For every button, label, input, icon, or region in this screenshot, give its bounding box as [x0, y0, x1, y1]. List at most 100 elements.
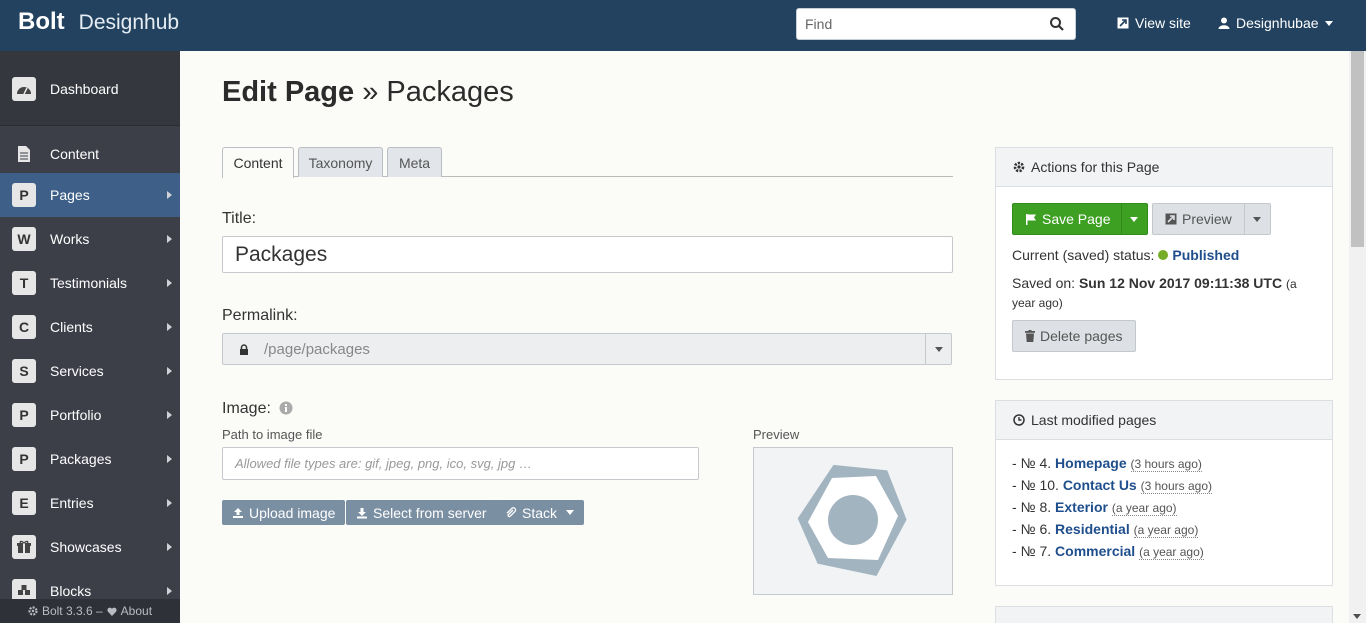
record-ago: (3 hours ago) — [1140, 479, 1212, 494]
sidebar-item-packages[interactable]: P Packages — [0, 437, 180, 481]
chevron-down-icon — [1324, 20, 1333, 26]
last-modified-header: Last modified pages — [996, 401, 1332, 440]
permalink-field[interactable]: /page/packages — [222, 333, 952, 365]
chevron-down-icon — [1253, 216, 1262, 222]
page-title-record: » Packages — [362, 76, 514, 108]
last-modified-title: Last modified pages — [1031, 412, 1157, 428]
published-status-icon — [1158, 250, 1169, 260]
sidebar-item-dashboard[interactable]: Dashboard — [0, 67, 180, 111]
next-panel-partial — [995, 606, 1333, 623]
view-site-label: View site — [1135, 15, 1191, 31]
chevron-right-icon — [167, 191, 172, 199]
tab-content[interactable]: Content — [222, 147, 294, 178]
permalink-dropdown[interactable] — [925, 334, 951, 364]
bolt-logo-placeholder — [797, 464, 907, 576]
file-icon — [12, 142, 36, 166]
search-icon[interactable] — [1049, 16, 1065, 32]
status-label: Current (saved) status: — [1012, 247, 1155, 263]
actions-panel: Actions for this Page Save Page Preview … — [995, 147, 1333, 380]
sidebar-item-testimonials[interactable]: T Testimonials — [0, 261, 180, 305]
chevron-down-icon — [566, 510, 575, 515]
permalink-label: Permalink: — [222, 307, 298, 324]
sidebar-item-label: Blocks — [50, 583, 92, 599]
info-icon[interactable] — [279, 401, 293, 415]
heart-icon — [107, 607, 117, 616]
record-number: - № 10. — [1012, 477, 1059, 493]
brand[interactable]: Bolt Designhub — [18, 8, 179, 36]
sidebar-badge: W — [12, 227, 36, 251]
user-menu[interactable]: Designhubae — [1218, 15, 1333, 31]
record-ago: (a year ago) — [1133, 523, 1199, 538]
list-item: - № 4. Homepage (3 hours ago) — [1012, 455, 1212, 477]
sidebar-item-showcases[interactable]: Showcases — [0, 525, 180, 569]
saved-date: Sun 12 Nov 2017 09:11:38 UTC — [1078, 275, 1283, 291]
upload-image-label: Upload image — [249, 504, 336, 521]
status-value[interactable]: Published — [1172, 247, 1239, 263]
search-box — [796, 8, 1076, 40]
chevron-right-icon — [167, 587, 172, 595]
sidebar-badge: P — [12, 183, 36, 207]
about-link[interactable]: About — [121, 604, 152, 618]
sidebar-item-pages[interactable]: P Pages — [0, 173, 180, 217]
version-label[interactable]: Bolt 3.3.6 – — [42, 604, 103, 618]
save-page-button[interactable]: Save Page — [1013, 204, 1121, 234]
preview-label: Preview — [753, 427, 800, 442]
saved-label: Saved on: — [1012, 275, 1076, 291]
chevron-right-icon — [167, 279, 172, 287]
sidebar-item-services[interactable]: S Services — [0, 349, 180, 393]
paperclip-icon — [506, 506, 517, 517]
sidebar-item-label: Showcases — [50, 539, 122, 555]
delete-pages-button[interactable]: Delete pages — [1012, 320, 1136, 352]
stack-button[interactable]: Stack — [495, 500, 585, 525]
sidebar-badge: T — [12, 271, 36, 295]
record-link[interactable]: Exterior — [1055, 499, 1108, 515]
download-icon — [357, 507, 367, 518]
lock-icon[interactable] — [239, 344, 249, 355]
tab-taxonomy[interactable]: Taxonomy — [298, 147, 383, 177]
preview-label: Preview — [1182, 211, 1232, 227]
page-title-action: Edit Page — [222, 76, 355, 108]
record-link[interactable]: Contact Us — [1063, 477, 1137, 493]
scrollbar-thumb[interactable] — [1351, 51, 1364, 247]
scroll-down-arrow-icon[interactable] — [1353, 614, 1361, 619]
sidebar-item-label: Packages — [50, 451, 112, 467]
sidebar-item-content[interactable]: Content — [0, 132, 180, 176]
select-from-server-button[interactable]: Select from server — [346, 500, 497, 525]
tab-meta[interactable]: Meta — [387, 147, 442, 177]
record-link[interactable]: Homepage — [1055, 455, 1127, 471]
save-options-dropdown[interactable] — [1120, 204, 1147, 234]
sidebar-item-entries[interactable]: E Entries — [0, 481, 180, 525]
image-label: Image: — [222, 400, 271, 417]
record-number: - № 8. — [1012, 499, 1052, 515]
title-label: Title: — [222, 210, 257, 227]
record-link[interactable]: Commercial — [1055, 543, 1135, 559]
upload-image-button[interactable]: Upload image — [222, 500, 346, 525]
chevron-right-icon — [167, 235, 172, 243]
user-icon — [1218, 17, 1230, 29]
preview-options-dropdown[interactable] — [1243, 204, 1270, 234]
preview-button[interactable]: Preview — [1153, 204, 1244, 234]
chevron-right-icon — [167, 411, 172, 419]
site-name[interactable]: Designhub — [79, 11, 179, 35]
save-page-label: Save Page — [1042, 211, 1111, 227]
image-path-input[interactable]: Allowed file types are: gif, jpeg, png, … — [222, 447, 699, 480]
sidebar-item-label: Entries — [50, 495, 94, 511]
view-site-link[interactable]: View site — [1117, 15, 1191, 31]
list-item: - № 10. Contact Us (3 hours ago) — [1012, 477, 1212, 499]
record-link[interactable]: Residential — [1055, 521, 1130, 537]
search-input[interactable] — [805, 10, 1045, 38]
sidebar-item-clients[interactable]: C Clients — [0, 305, 180, 349]
chevron-right-icon — [167, 499, 172, 507]
save-page-button-group: Save Page — [1012, 203, 1148, 235]
record-ago: (a year ago) — [1139, 545, 1204, 560]
page-scrollbar[interactable] — [1349, 51, 1366, 623]
brand-logo[interactable]: Bolt — [18, 8, 65, 36]
sidebar-footer: Bolt 3.3.6 – About — [0, 599, 180, 623]
preview-button-group: Preview — [1152, 203, 1271, 235]
list-item: - № 6. Residential (a year ago) — [1012, 521, 1212, 543]
sidebar-item-works[interactable]: W Works — [0, 217, 180, 261]
sidebar-badge: S — [12, 359, 36, 383]
sidebar-item-portfolio[interactable]: P Portfolio — [0, 393, 180, 437]
title-field[interactable]: Packages — [222, 236, 953, 273]
flag-icon — [1026, 214, 1036, 225]
